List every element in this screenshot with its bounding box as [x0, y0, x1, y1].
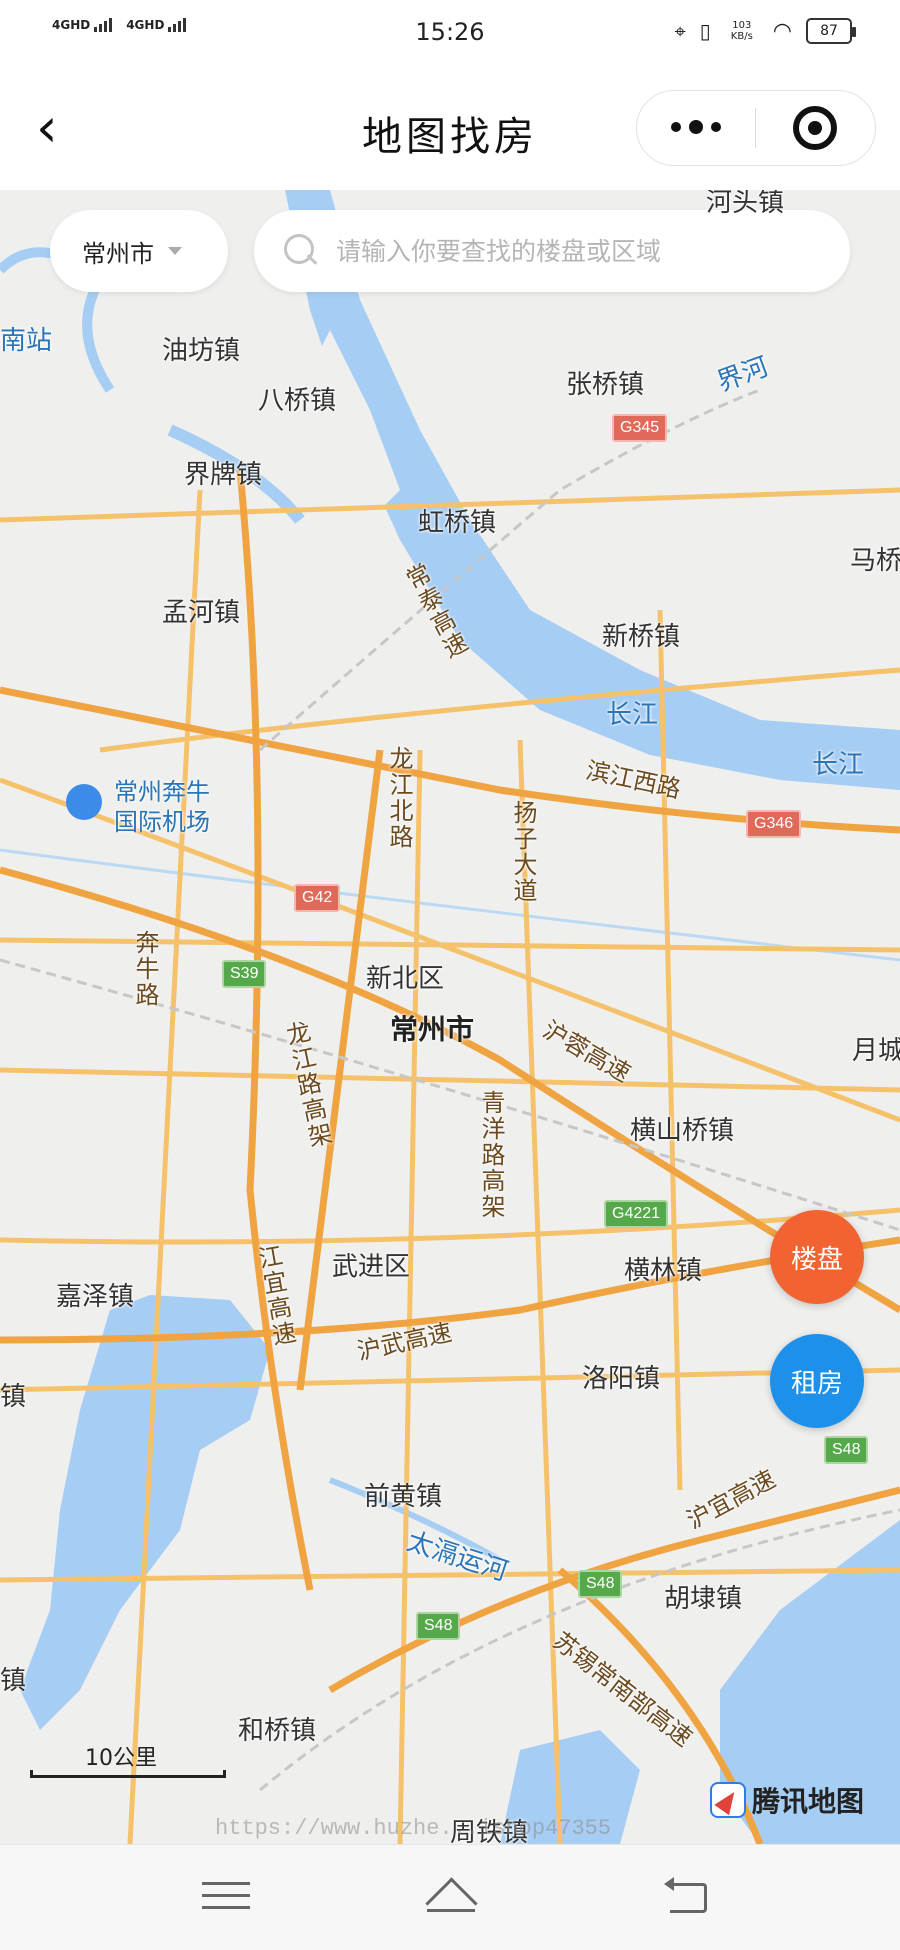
tencent-map-icon	[710, 1782, 746, 1818]
nav-bar: ‹ 地图找房	[0, 66, 900, 190]
place-label: 横林镇	[624, 1256, 703, 1286]
place-label: 马桥	[850, 546, 900, 576]
place-label: 新桥镇	[602, 622, 681, 652]
mini-program-capsule	[636, 90, 876, 166]
battery-icon: 87	[806, 18, 856, 44]
place-label: 和桥镇	[238, 1716, 317, 1746]
back-nav-icon[interactable]	[660, 1873, 720, 1923]
place-label: 洛阳镇	[582, 1364, 661, 1394]
place-label: 界牌镇	[184, 460, 263, 490]
river-label: 长江	[812, 750, 865, 780]
close-program-button[interactable]	[756, 106, 876, 150]
target-icon	[793, 106, 838, 150]
place-label: 镇	[0, 1666, 27, 1696]
district-label: 新北区	[366, 964, 445, 994]
place-label: 张桥镇	[566, 370, 645, 400]
place-label: 河头镇	[706, 190, 785, 218]
road-label: 扬子大道	[509, 800, 537, 904]
river-label: 长江	[606, 700, 659, 730]
place-label: 南站	[0, 326, 53, 356]
caret-down-icon	[168, 247, 182, 255]
place-label: 前黄镇	[364, 1482, 443, 1512]
zufang-button[interactable]: 租房	[770, 1334, 864, 1428]
map-top-bar: 常州市	[50, 210, 850, 292]
city-label: 常州市	[390, 1013, 475, 1046]
highway-shield: S48	[416, 1612, 461, 1640]
highway-shield: G345	[612, 414, 668, 442]
more-button[interactable]	[637, 120, 755, 134]
airport-label: 国际机场	[114, 808, 210, 836]
wifi-icon: ◠	[772, 18, 792, 44]
vibrate-icon: ▯	[699, 19, 711, 43]
map-provider-logo: 腾讯地图	[710, 1780, 864, 1820]
place-label: 八桥镇	[258, 386, 337, 416]
road-label: 奔牛路	[131, 930, 159, 1008]
location-icon: ⌖	[674, 19, 686, 43]
scale-label: 10公里	[85, 1746, 157, 1771]
loupan-button[interactable]: 楼盘	[770, 1210, 864, 1304]
net-speed: 103 KB/s	[730, 20, 753, 42]
system-nav-bar	[0, 1844, 900, 1950]
place-label: 虹桥镇	[418, 508, 497, 538]
highway-shield: G4221	[604, 1200, 669, 1228]
city-name: 常州市	[82, 239, 154, 268]
search-icon	[284, 234, 318, 268]
highway-shield: G42	[294, 884, 341, 912]
search-input[interactable]	[336, 236, 816, 266]
place-label: 镇	[0, 1382, 27, 1412]
highway-shield: G346	[746, 810, 802, 838]
highway-shield: S39	[222, 960, 267, 988]
home-icon[interactable]	[421, 1873, 481, 1923]
map-scale: 10公里	[30, 1740, 226, 1780]
place-label: 胡埭镇	[664, 1584, 743, 1614]
place-label: 孟河镇	[162, 598, 241, 628]
provider-name: 腾讯地图	[752, 1785, 865, 1818]
battery-level: 87	[820, 23, 838, 39]
city-selector[interactable]: 常州市	[50, 210, 228, 292]
district-label: 武进区	[332, 1252, 411, 1282]
map-view[interactable]: 常州市 河头镇 南站 油坊镇 八桥镇 界牌镇 张桥镇 界河 G345 虹桥镇 马…	[0, 190, 900, 1844]
status-bar: 4GHD 4GHD 15:26 ⌖ ▯ 103 KB/s ◠ 87	[0, 0, 900, 66]
place-label: 油坊镇	[162, 336, 241, 366]
watermark: https://www.huzhe...ishop47355	[215, 1816, 612, 1841]
scale-bar	[30, 1770, 226, 1778]
road-label: 青洋路高架	[477, 1090, 505, 1220]
place-label: 横山桥镇	[630, 1116, 735, 1146]
status-icons: ⌖ ▯ 103 KB/s ◠ 87	[674, 18, 856, 44]
place-label: 嘉泽镇	[56, 1282, 135, 1312]
highway-shield: S48	[578, 1570, 623, 1598]
place-label: 月城	[852, 1036, 900, 1066]
menu-icon[interactable]	[196, 1873, 256, 1923]
road-label: 龙江北路	[385, 746, 413, 850]
search-box[interactable]	[254, 210, 850, 292]
highway-shield: S48	[824, 1436, 869, 1464]
